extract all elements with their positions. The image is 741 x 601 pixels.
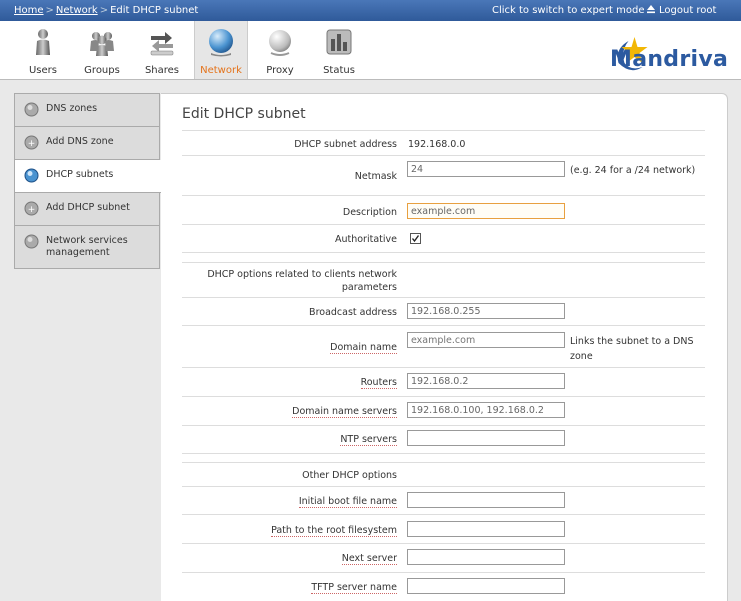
mandriva-logo-text: Mandriva	[610, 47, 729, 72]
toolbar-network[interactable]: Network	[194, 21, 248, 79]
subnet-address-label: DHCP subnet address	[294, 139, 397, 150]
breadcrumb-separator: >	[45, 5, 54, 16]
svg-text:+: +	[28, 205, 36, 215]
top-bar: Home > Network > Edit DHCP subnet Click to s…	[0, 0, 741, 21]
add-dhcp-subnet-icon: +	[24, 201, 39, 216]
toolbar-users-label: Users	[28, 65, 57, 76]
next-server-label: Next server	[341, 553, 397, 565]
sidebar-item-label: Add DHCP subnet	[46, 202, 130, 213]
breadcrumb-current: Edit DHCP subnet	[110, 5, 199, 16]
divider	[182, 514, 705, 515]
divider	[182, 425, 705, 426]
toolbar-status-label: Status	[323, 65, 355, 76]
toolbar-proxy-label: Proxy	[266, 65, 294, 76]
sidebar-item-dns-zones[interactable]: DNS zones	[14, 93, 160, 127]
ntp-servers-input[interactable]	[407, 430, 565, 446]
dns-zones-icon	[24, 102, 39, 117]
divider	[182, 325, 705, 326]
domain-name-servers-input[interactable]	[407, 402, 565, 418]
add-dns-zone-icon: +	[24, 135, 39, 150]
toolbar-groups[interactable]: Groups	[80, 21, 124, 79]
description-label: Description	[342, 207, 397, 218]
divider	[182, 486, 705, 487]
sidebar-item-label: Add DNS zone	[46, 136, 114, 147]
logout-link[interactable]: Logout root	[646, 4, 716, 16]
boot-file-input[interactable]	[407, 492, 565, 508]
groups-icon	[90, 32, 114, 56]
ntp-servers-label: NTP servers	[340, 434, 397, 446]
expert-mode-link[interactable]: Click to switch to expert mode	[492, 5, 645, 16]
root-path-input[interactable]	[407, 521, 565, 537]
logout-label: Logout root	[659, 5, 717, 16]
divider	[182, 252, 705, 253]
breadcrumb-home-link[interactable]: Home	[14, 5, 44, 16]
description-input[interactable]	[407, 203, 565, 219]
toolbar-status[interactable]: Status	[317, 21, 361, 79]
divider	[182, 297, 705, 298]
sidebar-item-add-dhcp-subnet[interactable]: + Add DHCP subnet	[14, 193, 160, 226]
divider	[182, 543, 705, 544]
client-options-header: DHCP options related to clients network …	[207, 269, 397, 293]
divider	[182, 155, 705, 156]
breadcrumb-network-link[interactable]: Network	[56, 5, 98, 16]
sidebar-item-network-services[interactable]: Network services management	[14, 226, 160, 269]
domain-name-label: Domain name	[330, 342, 397, 354]
netmask-input[interactable]	[407, 161, 565, 177]
next-server-input[interactable]	[407, 549, 565, 565]
root-path-label: Path to the root filesystem	[271, 525, 397, 537]
netmask-label: Netmask	[354, 171, 397, 182]
breadcrumb-separator: >	[99, 5, 109, 16]
broadcast-address-input[interactable]	[407, 303, 565, 319]
domain-name-input[interactable]	[407, 332, 565, 348]
sidebar: DNS zones + Add DNS zone DHCP subnets + …	[14, 93, 161, 269]
sidebar-item-dhcp-subnets[interactable]: DHCP subnets	[14, 160, 161, 193]
divider	[182, 262, 705, 263]
sidebar-item-add-dns-zone[interactable]: + Add DNS zone	[14, 127, 160, 160]
shares-icon	[150, 32, 174, 56]
network-icon	[209, 29, 233, 57]
sidebar-item-label: DNS zones	[46, 103, 98, 114]
authoritative-label: Authoritative	[334, 234, 397, 245]
svg-text:+: +	[28, 139, 36, 149]
tftp-server-label: TFTP server name	[311, 582, 397, 594]
network-services-icon	[24, 234, 39, 249]
routers-input[interactable]	[407, 373, 565, 389]
boot-file-label: Initial boot file name	[298, 496, 397, 508]
toolbar-shares[interactable]: Shares	[140, 21, 184, 79]
subnet-address-value: 192.168.0.0	[408, 139, 466, 150]
divider	[182, 367, 705, 368]
divider	[182, 195, 705, 196]
page-title: Edit DHCP subnet	[182, 106, 306, 122]
other-options-header: Other DHCP options	[302, 470, 397, 481]
divider	[182, 572, 705, 573]
sidebar-item-label: DHCP subnets	[46, 169, 114, 180]
divider	[182, 462, 705, 463]
status-icon	[326, 29, 352, 55]
netmask-hint: (e.g. 24 for a /24 network)	[570, 165, 696, 176]
toolbar-network-label: Network	[200, 65, 242, 76]
breadcrumb: Home > Network > Edit DHCP subnet	[14, 5, 198, 16]
divider	[182, 130, 705, 131]
authoritative-checkbox[interactable]	[410, 233, 421, 244]
sidebar-item-label: Network services management	[46, 235, 128, 258]
divider	[182, 396, 705, 397]
eject-icon	[647, 5, 655, 14]
toolbar-shares-label: Shares	[144, 65, 180, 76]
routers-label: Routers	[360, 377, 397, 389]
toolbar-groups-label: Groups	[84, 65, 120, 76]
users-icon	[36, 29, 50, 55]
dhcp-subnets-icon	[24, 168, 39, 183]
proxy-icon	[269, 30, 291, 56]
divider	[182, 224, 705, 225]
domain-name-hint: Links the subnet to a DNS zone	[570, 336, 694, 362]
toolbar-users[interactable]: Users	[22, 21, 64, 79]
module-toolbar: Users Groups Shares Network Proxy Status…	[0, 21, 741, 80]
toolbar-proxy[interactable]: Proxy	[258, 21, 302, 79]
broadcast-address-label: Broadcast address	[309, 307, 397, 318]
divider	[182, 453, 705, 454]
domain-name-servers-label: Domain name servers	[292, 406, 397, 418]
tftp-server-input[interactable]	[407, 578, 565, 594]
